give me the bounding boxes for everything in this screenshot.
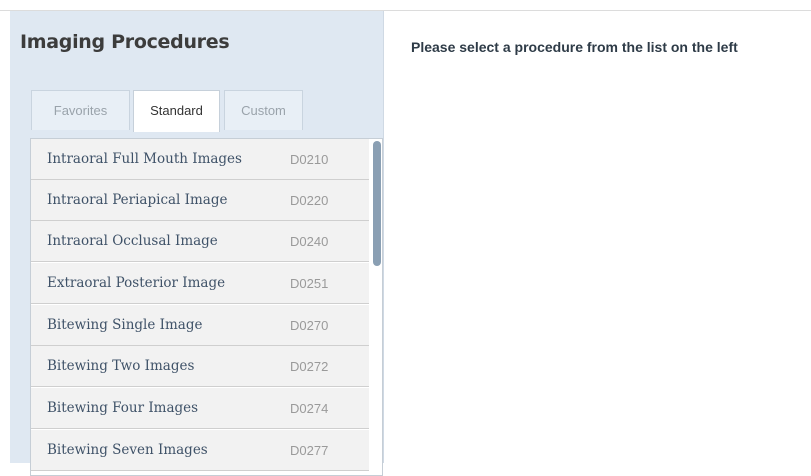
- procedure-code: D0210: [290, 152, 329, 167]
- procedure-code: D0272: [290, 359, 329, 374]
- list-item-d0240[interactable]: Intraoral Occlusal Image D0240: [31, 221, 369, 262]
- procedure-code: D0270: [290, 318, 329, 333]
- procedure-name: Bitewing Four Images: [47, 400, 199, 416]
- procedure-code: D0277: [290, 443, 329, 458]
- procedure-name: Bitewing Seven Images: [47, 442, 208, 458]
- procedure-name: Intraoral Occlusal Image: [47, 233, 218, 249]
- procedure-name: Bitewing Two Images: [47, 358, 195, 374]
- list-item-d0277[interactable]: Bitewing Seven Images D0277: [31, 430, 369, 471]
- list-item-d0272[interactable]: Bitewing Two Images D0272: [31, 346, 369, 387]
- procedure-code: D0220: [290, 193, 329, 208]
- procedure-code: D0240: [290, 234, 329, 249]
- procedure-code: D0274: [290, 401, 329, 416]
- procedure-name: Bitewing Single Image: [47, 317, 203, 333]
- panel-title: Imaging Procedures: [20, 31, 230, 53]
- list-item-d0274[interactable]: Bitewing Four Images D0274: [31, 388, 369, 429]
- list-item-d0210[interactable]: Intraoral Full Mouth Images D0210: [31, 139, 369, 180]
- procedures-panel: Imaging Procedures Favorites Standard Cu…: [10, 11, 384, 476]
- scroll-thumb[interactable]: [373, 141, 381, 266]
- list-item-d0220[interactable]: Intraoral Periapical Image D0220: [31, 180, 369, 221]
- procedure-list: Intraoral Full Mouth Images D0210 Intrao…: [30, 138, 383, 476]
- tab-standard[interactable]: Standard: [133, 90, 220, 132]
- list-item-d0270[interactable]: Bitewing Single Image D0270: [31, 305, 369, 346]
- procedure-code: D0251: [290, 276, 329, 291]
- procedure-name: Intraoral Full Mouth Images: [47, 151, 242, 167]
- procedure-name: Intraoral Periapical Image: [47, 192, 228, 208]
- tab-favorites[interactable]: Favorites: [31, 90, 130, 130]
- list-item-d0251[interactable]: Extraoral Posterior Image D0251: [31, 263, 369, 304]
- list-scrollbar[interactable]: [372, 139, 382, 475]
- tab-custom[interactable]: Custom: [224, 90, 303, 130]
- procedure-name: Extraoral Posterior Image: [47, 275, 226, 291]
- select-procedure-message: Please select a procedure from the list …: [411, 39, 738, 55]
